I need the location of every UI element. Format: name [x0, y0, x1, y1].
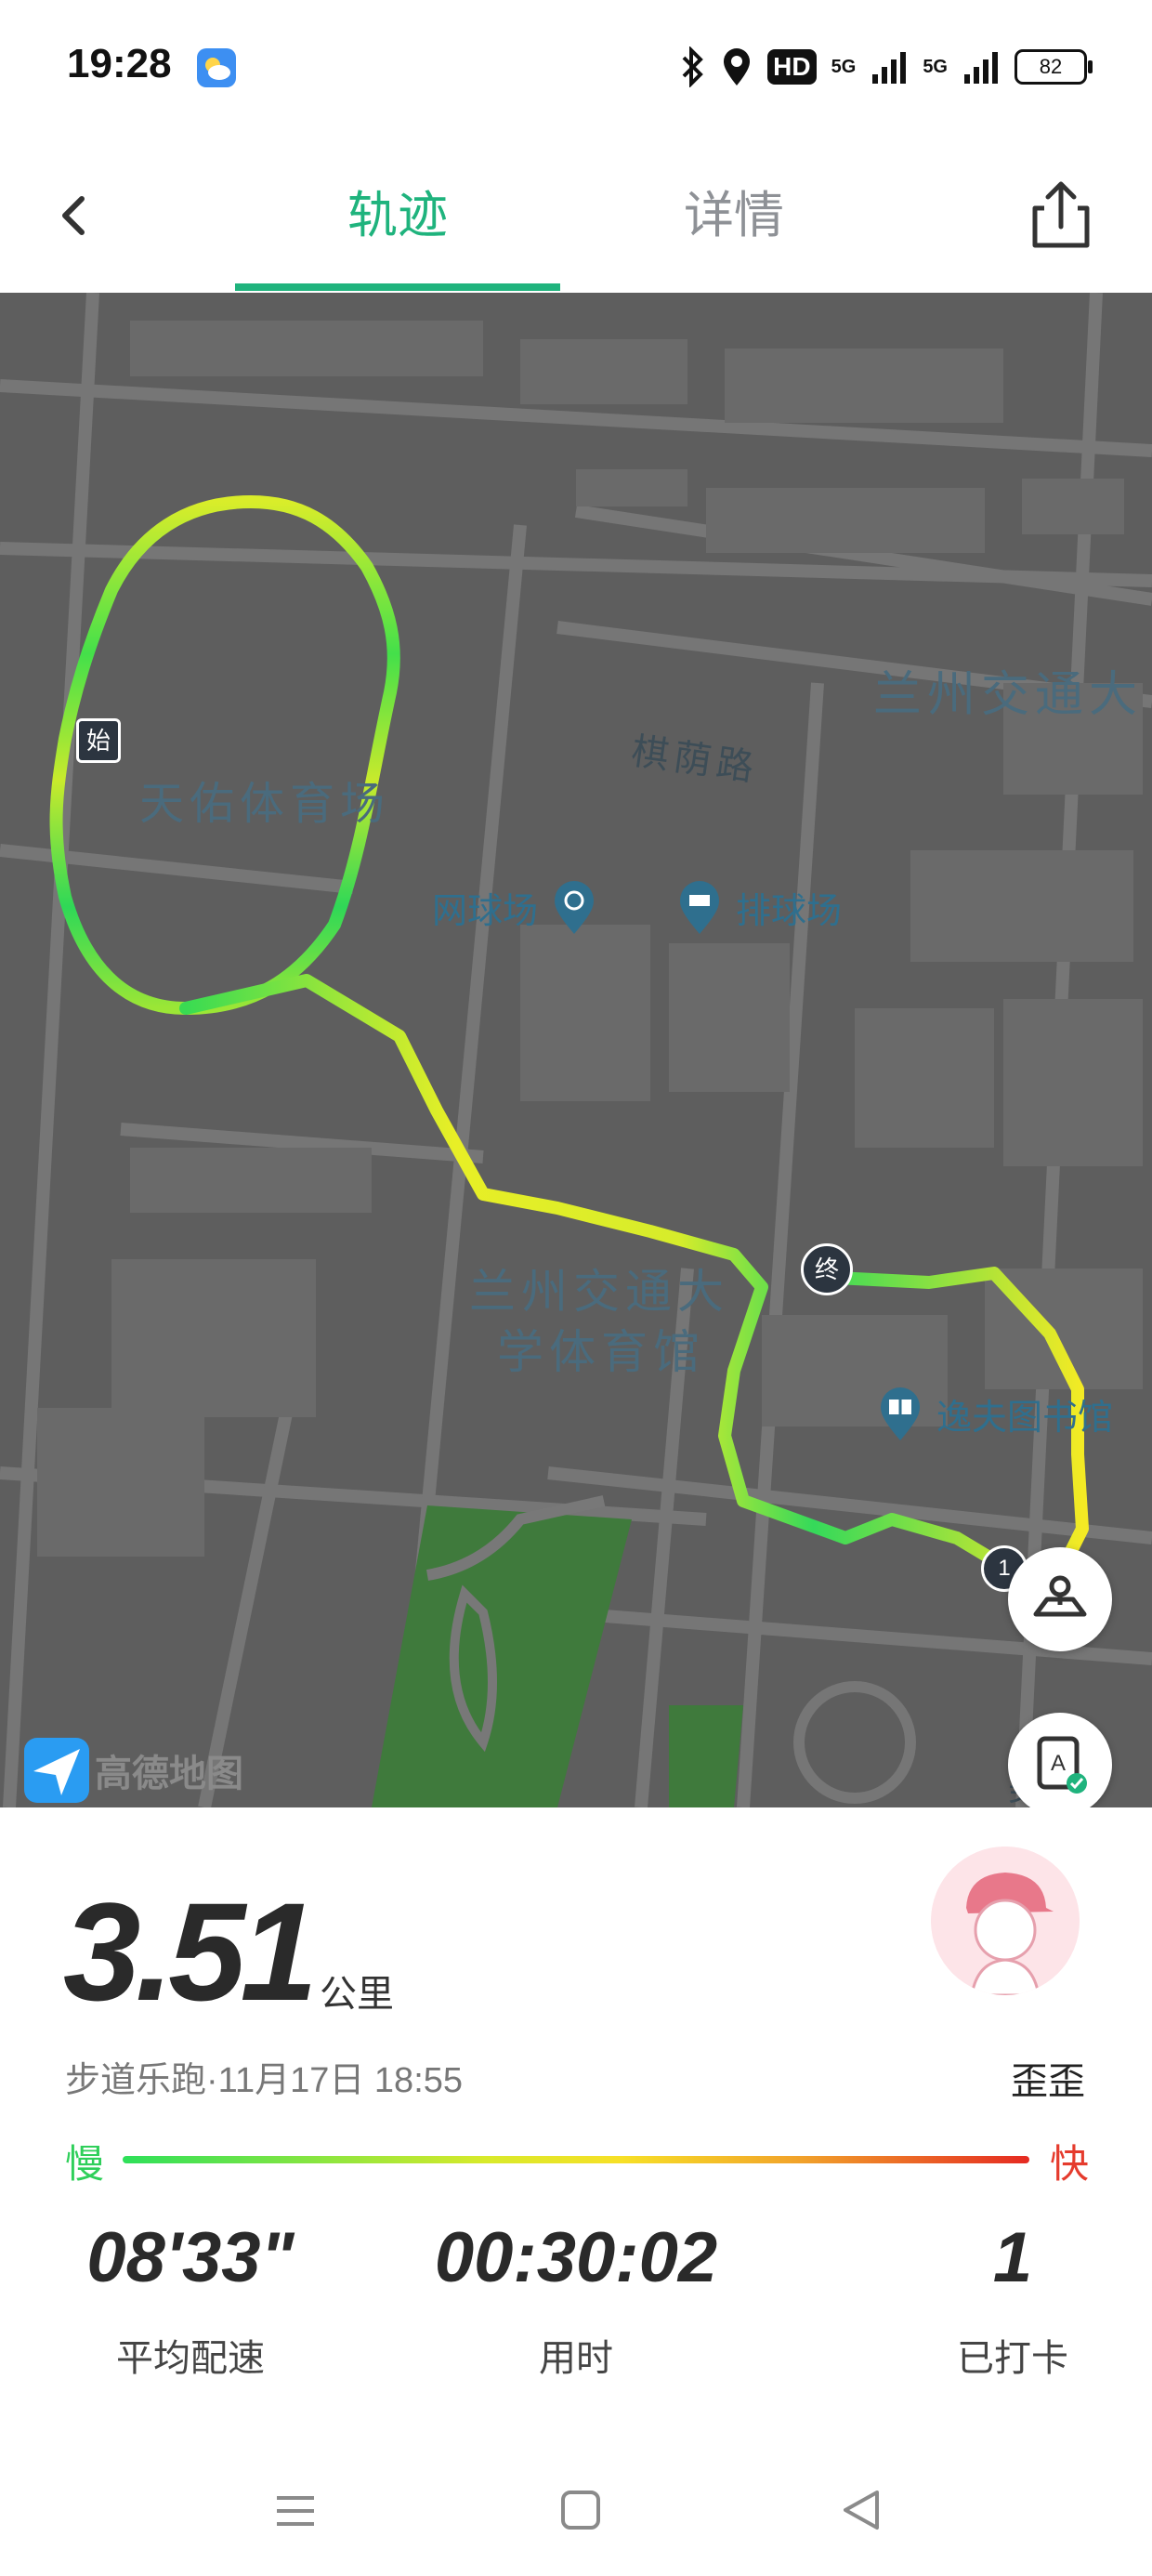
chevron-left-icon [62, 196, 85, 235]
network-label-2: 5G [923, 57, 948, 77]
checkins-value: 1 [992, 2218, 1033, 2297]
signal-icon-1 [872, 52, 907, 84]
avatar-image [931, 1847, 1080, 1995]
duration-value: 00:30:02 [434, 2218, 718, 2297]
hd-badge: HD [767, 49, 817, 85]
status-icons: HD 5G 5G 82 [678, 41, 1093, 93]
duration-label: 用时 [539, 2338, 613, 2379]
volleyball-pin-icon [680, 881, 719, 934]
amap-logo-text: 高德地图 [95, 1754, 243, 1794]
avg-pace-value: 08'33" [86, 2218, 295, 2297]
map-label-gym-line2: 学体育馆 [497, 1326, 705, 1378]
avatar[interactable] [931, 1847, 1080, 1995]
share-button[interactable] [1024, 175, 1098, 253]
distance-value: 3.51 [63, 1873, 318, 2030]
tennis-pin-icon [555, 881, 595, 934]
svg-text:A: A [1051, 1751, 1066, 1776]
status-time: 19:28 [67, 41, 172, 86]
pace-fast-label: 快 [1049, 2142, 1089, 2186]
pace-slow-label: 慢 [65, 2142, 105, 2186]
menu-icon[interactable] [275, 2491, 316, 2531]
signal-icon-2 [964, 52, 998, 84]
poi-tennis[interactable]: 网球场 [432, 878, 597, 936]
start-marker: 始 [76, 718, 121, 763]
poi-tennis-label: 网球场 [432, 891, 539, 931]
poi-volleyball-label: 排球场 [736, 891, 843, 931]
map-base [0, 293, 1152, 1807]
share-icon [1032, 181, 1090, 248]
end-marker: 终 [801, 1243, 853, 1295]
status-bar: 19:28 HD 5G 5G 82 [0, 0, 1152, 139]
start-marker-label: 始 [85, 727, 111, 755]
poi-volleyball[interactable]: 排球场 [676, 878, 842, 936]
bluetooth-icon [682, 46, 704, 87]
user-name: 歪歪 [1011, 2061, 1085, 2102]
map-layer-icon: A [1037, 1736, 1087, 1794]
back-button[interactable] [48, 178, 104, 253]
pace-gradient-bar [123, 2156, 1029, 2163]
network-label-1: 5G [831, 57, 857, 77]
tab-details[interactable]: 详情 [595, 178, 873, 253]
locate-button[interactable] [1008, 1547, 1112, 1651]
amap-logo: 高德地图 [24, 1738, 243, 1803]
map-label-university: 兰州交通大 [873, 668, 1144, 722]
checkins-label: 已打卡 [957, 2338, 1068, 2379]
battery-icon: 82 [1015, 49, 1093, 85]
amap-logo-icon [24, 1738, 89, 1803]
home-icon[interactable] [559, 2489, 602, 2531]
location-icon [724, 48, 751, 85]
poi-library[interactable]: 逸夫图书馆 [877, 1385, 1113, 1442]
poi-library-label: 逸夫图书馆 [936, 1398, 1114, 1438]
map-person-icon [1033, 1575, 1087, 1617]
tab-track[interactable]: 轨迹 [236, 178, 559, 253]
header: 轨迹 详情 [0, 139, 1152, 293]
system-nav-bar [0, 2453, 1152, 2576]
map-label-stadium: 天佑体育场 [139, 780, 391, 829]
map-view[interactable]: 天佑体育场 棋荫路 兰州交通大 兰州交通大 学体育馆 美 网球场 排球场 逸夫图… [0, 293, 1152, 1807]
end-marker-label: 终 [814, 1255, 839, 1283]
run-meta: 步道乐跑·11月17日 18:55 [65, 2061, 464, 2100]
tab-indicator [235, 283, 560, 291]
distance-unit: 公里 [320, 1974, 394, 2015]
map-label-gym-line1: 兰州交通大 [469, 1266, 729, 1318]
avg-pace-label: 平均配速 [116, 2338, 265, 2379]
weather-icon [197, 48, 236, 87]
back-nav-icon[interactable] [838, 2487, 884, 2533]
map-style-button[interactable]: A [1008, 1713, 1112, 1807]
library-pin-icon [881, 1387, 920, 1440]
